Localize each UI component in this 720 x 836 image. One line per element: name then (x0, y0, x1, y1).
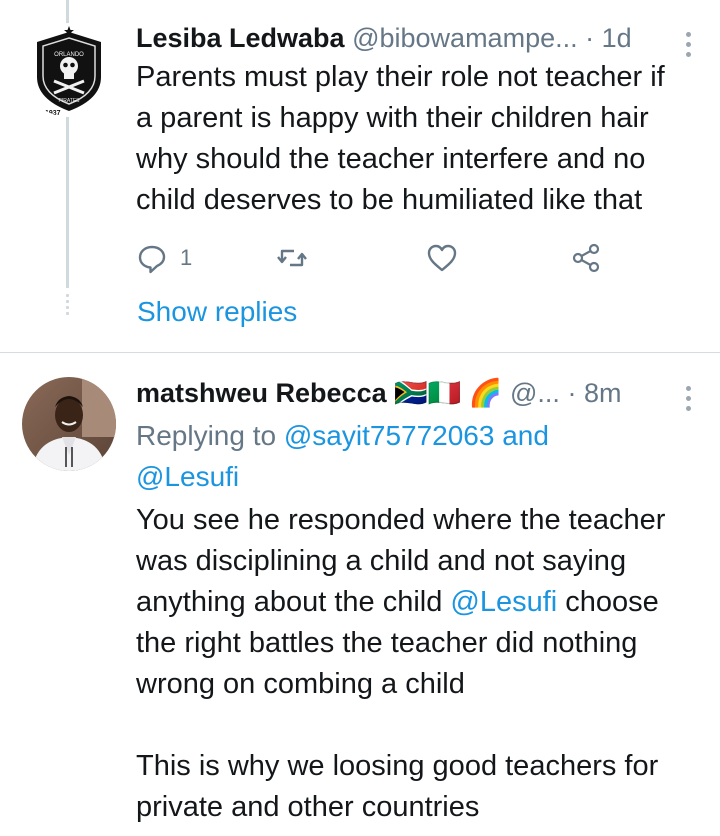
reply-button[interactable]: 1 (136, 238, 192, 278)
share-icon (572, 243, 600, 273)
display-name[interactable]: Lesiba Ledwaba (136, 23, 345, 53)
retweet-icon (277, 249, 307, 267)
tweet-text-part: choose the right battles the teacher did… (136, 586, 659, 823)
heart-icon (427, 244, 457, 272)
user-handle[interactable]: @bibowamampe... (352, 23, 578, 53)
replying-and[interactable]: and (502, 420, 549, 451)
share-button[interactable] (570, 238, 602, 278)
svg-text:ORLANDO: ORLANDO (54, 52, 84, 58)
reply-count: 1 (180, 245, 193, 270)
like-button[interactable] (426, 238, 458, 278)
tweet-header: Lesiba Ledwaba @bibowamampe... · 1d (136, 23, 680, 59)
mention-link[interactable]: @sayit75772063 (284, 420, 495, 451)
tweet-header: matshweu Rebecca 🇿🇦🇮🇹 🌈 @... · 8m (136, 377, 680, 413)
timestamp[interactable]: 1d (602, 23, 632, 53)
retweet-button[interactable] (276, 238, 308, 278)
tweet[interactable]: ORLANDO PIRATES 1937 Lesiba Ledwaba @bib… (0, 0, 720, 352)
user-handle[interactable]: @... (510, 378, 560, 408)
replying-prefix: Replying to (136, 420, 277, 451)
separator-dot: · (585, 23, 595, 53)
tweet[interactable]: matshweu Rebecca 🇿🇦🇮🇹 🌈 @... · 8m Replyi… (0, 353, 720, 836)
svg-text:PIRATES: PIRATES (58, 98, 80, 104)
mention-link[interactable]: @Lesufi (450, 586, 557, 618)
svg-text:1937: 1937 (45, 110, 61, 117)
flag-emojis: 🇿🇦🇮🇹 🌈 (394, 378, 503, 408)
timestamp[interactable]: 8m (584, 378, 622, 408)
tweet-actions: 1 (136, 238, 616, 278)
profile-photo (22, 377, 116, 471)
separator-dot: · (567, 378, 577, 408)
more-options-icon[interactable] (686, 386, 692, 416)
avatar[interactable]: ORLANDO PIRATES 1937 (22, 23, 116, 117)
reply-icon (138, 245, 166, 274)
avatar[interactable] (22, 377, 116, 471)
display-name[interactable]: matshweu Rebecca (136, 378, 387, 408)
replying-to: Replying to @sayit75772063 and @Lesufi (136, 415, 700, 497)
tweet-text: Parents must play their role not teacher… (136, 61, 665, 216)
tweet-text: You see he responded where the teacher w… (136, 500, 700, 828)
show-replies-link[interactable]: Show replies (137, 296, 297, 328)
orlando-pirates-logo: ORLANDO PIRATES 1937 (22, 23, 116, 117)
mention-link[interactable]: @Lesufi (136, 461, 239, 492)
